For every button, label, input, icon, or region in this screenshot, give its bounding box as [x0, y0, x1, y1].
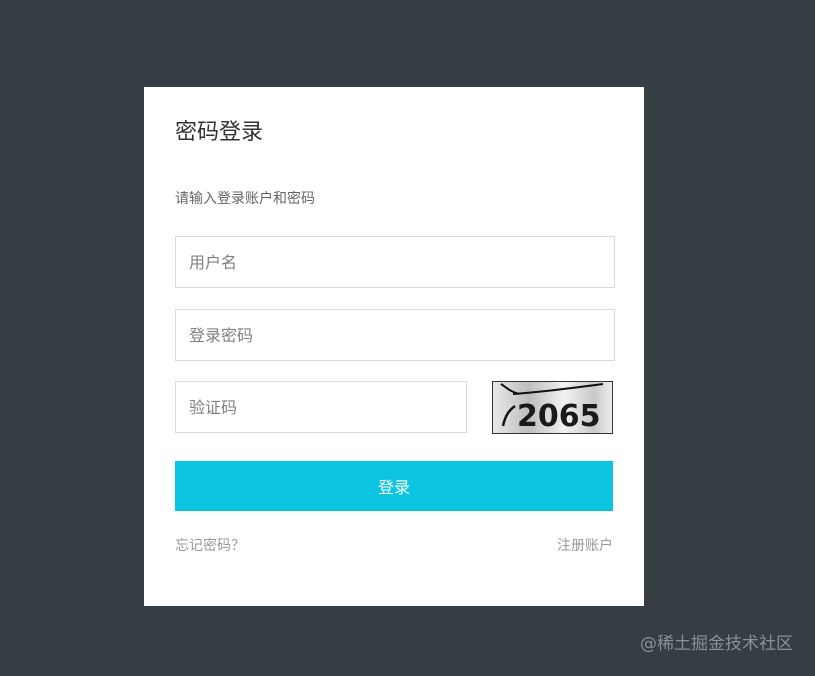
username-input[interactable] — [175, 236, 615, 288]
register-link[interactable]: 注册账户 — [557, 536, 613, 556]
captcha-input[interactable] — [175, 381, 467, 433]
captcha-image[interactable]: 2065 — [492, 381, 613, 434]
captcha-graphic: 2065 — [500, 383, 604, 433]
login-button[interactable]: 登录 — [175, 461, 613, 511]
password-input[interactable] — [175, 309, 615, 361]
captcha-code: 2065 — [517, 399, 601, 433]
login-card: 密码登录 请输入登录账户和密码 2065 登录 忘记密码？ 注册账户 — [144, 87, 644, 606]
login-subtitle: 请输入登录账户和密码 — [175, 191, 315, 207]
forgot-password-link[interactable]: 忘记密码？ — [175, 536, 245, 556]
page-title: 密码登录 — [175, 120, 264, 145]
watermark: @稀土掘金技术社区 — [640, 634, 793, 654]
